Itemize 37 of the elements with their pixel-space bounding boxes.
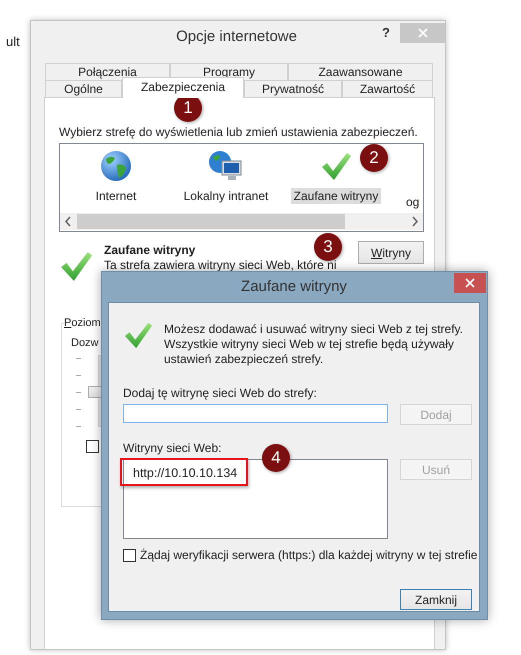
site-input[interactable] (123, 404, 388, 423)
tab[interactable]: Połączenia (45, 63, 170, 80)
checkbox-label: Żądaj weryfikacji serwera (https:) dla każdej witryny w tej strefie (140, 548, 478, 562)
close-icon (418, 28, 428, 38)
tab[interactable]: Ogólne (45, 80, 122, 97)
dialog-title: Zaufane witryny (240, 278, 348, 295)
add-site-label: Dodaj tę witrynę sieci Web do strefy: (123, 386, 318, 400)
sites-button[interactable]: Witryny (358, 241, 424, 264)
info-text: ustawień zabezpieczeń strefy. (164, 352, 324, 367)
tab[interactable]: Zawartość (342, 80, 433, 97)
zone-description: Ta strefa zawiera witryny sieci Web, które ni (104, 259, 338, 272)
globe-monitor-icon (208, 150, 244, 182)
globe-icon (100, 150, 132, 182)
group-label: Poziom (64, 317, 101, 329)
tab[interactable]: Zaawansowane (288, 63, 433, 80)
close-button[interactable] (454, 273, 486, 293)
horizontal-scrollbar[interactable] (60, 213, 423, 230)
checkmark-icon (123, 320, 153, 350)
site-item[interactable]: http://10.10.10.134 (130, 464, 240, 482)
zone-item[interactable]: Zaufane witryny (290, 188, 382, 204)
close-dialog-button[interactable]: Zamknij (400, 589, 472, 610)
level-caption: Dozw (71, 337, 99, 349)
info-text: Wszystkie witryny sieci Web w tej strefie będą używały (164, 337, 455, 352)
instruction-text: Wybierz strefę do wyświetlenia lub zmień ustawienia zabezpieczeń. (59, 125, 419, 139)
checkmark-icon (320, 150, 352, 182)
tab[interactable]: Prywatność (244, 80, 342, 97)
checkbox[interactable] (123, 548, 136, 562)
tab[interactable]: Zabezpieczenia (122, 77, 244, 98)
info-text: Możesz dodawać i usuwać witryny sieci Web z tej strefy. (164, 322, 463, 337)
checkbox[interactable] (86, 440, 99, 453)
window-title: Opcje internetowe (175, 28, 298, 45)
checkmark-icon (59, 249, 93, 283)
background-text: ult (6, 34, 20, 49)
close-icon (465, 278, 475, 288)
sites-label: Witryny sieci Web: (123, 441, 222, 455)
zone-title: Zaufane witryny (104, 242, 196, 257)
help-button[interactable]: ? (382, 25, 390, 40)
